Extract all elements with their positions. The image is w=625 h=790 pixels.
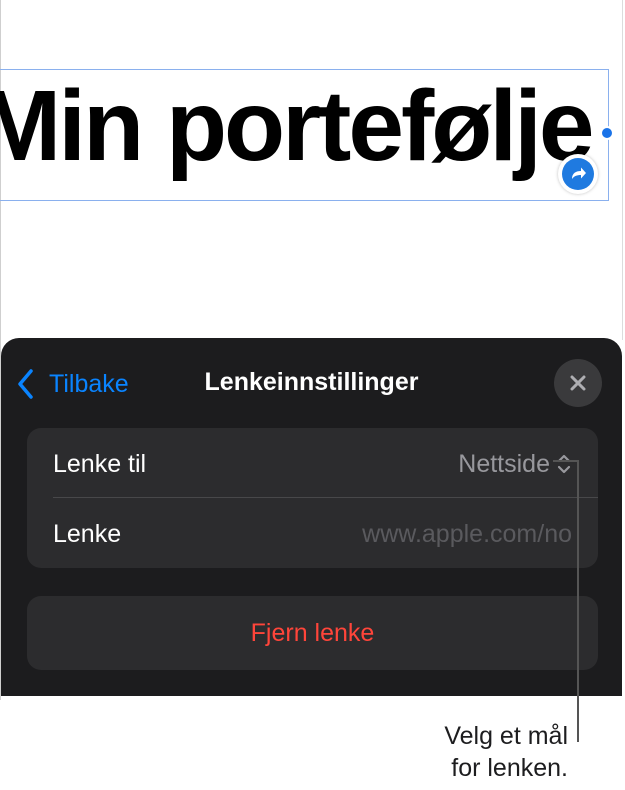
link-label: Lenke — [53, 520, 122, 548]
link-row[interactable]: Lenke www.apple.com/no — [27, 498, 598, 568]
sheet-title: Lenkeinnstillinger — [204, 368, 419, 396]
close-icon — [570, 375, 586, 391]
link-arrow-icon — [562, 158, 594, 190]
callout-text: Velg et mål for lenken. — [444, 720, 568, 784]
callout-line — [553, 460, 579, 462]
resize-handle[interactable] — [600, 126, 614, 140]
link-type-value[interactable]: Nettside — [458, 450, 550, 479]
link-to-label: Lenke til — [53, 450, 147, 478]
link-url-field[interactable]: www.apple.com/no — [332, 520, 572, 549]
link-badge[interactable] — [558, 154, 598, 194]
callout-line-vertical — [577, 460, 579, 742]
close-button[interactable] — [554, 359, 602, 407]
document-canvas: Min portefølje Tilbake Lenkeinnstillinge… — [0, 0, 625, 790]
link-settings-sheet: Tilbake Lenkeinnstillinger Lenke til Net… — [1, 338, 622, 696]
link-to-row[interactable]: Lenke til Nettside — [27, 428, 598, 498]
callout-line-2: for lenken. — [451, 754, 568, 782]
link-options-group: Lenke til Nettside Lenke www.apple.com/n… — [27, 428, 598, 568]
canvas-edge-right — [622, 0, 623, 340]
text-selection-box[interactable] — [0, 69, 609, 201]
callout-line-1: Velg et mål — [444, 722, 568, 750]
chevron-updown-icon — [557, 454, 571, 474]
remove-link-button[interactable]: Fjern lenke — [27, 596, 598, 670]
